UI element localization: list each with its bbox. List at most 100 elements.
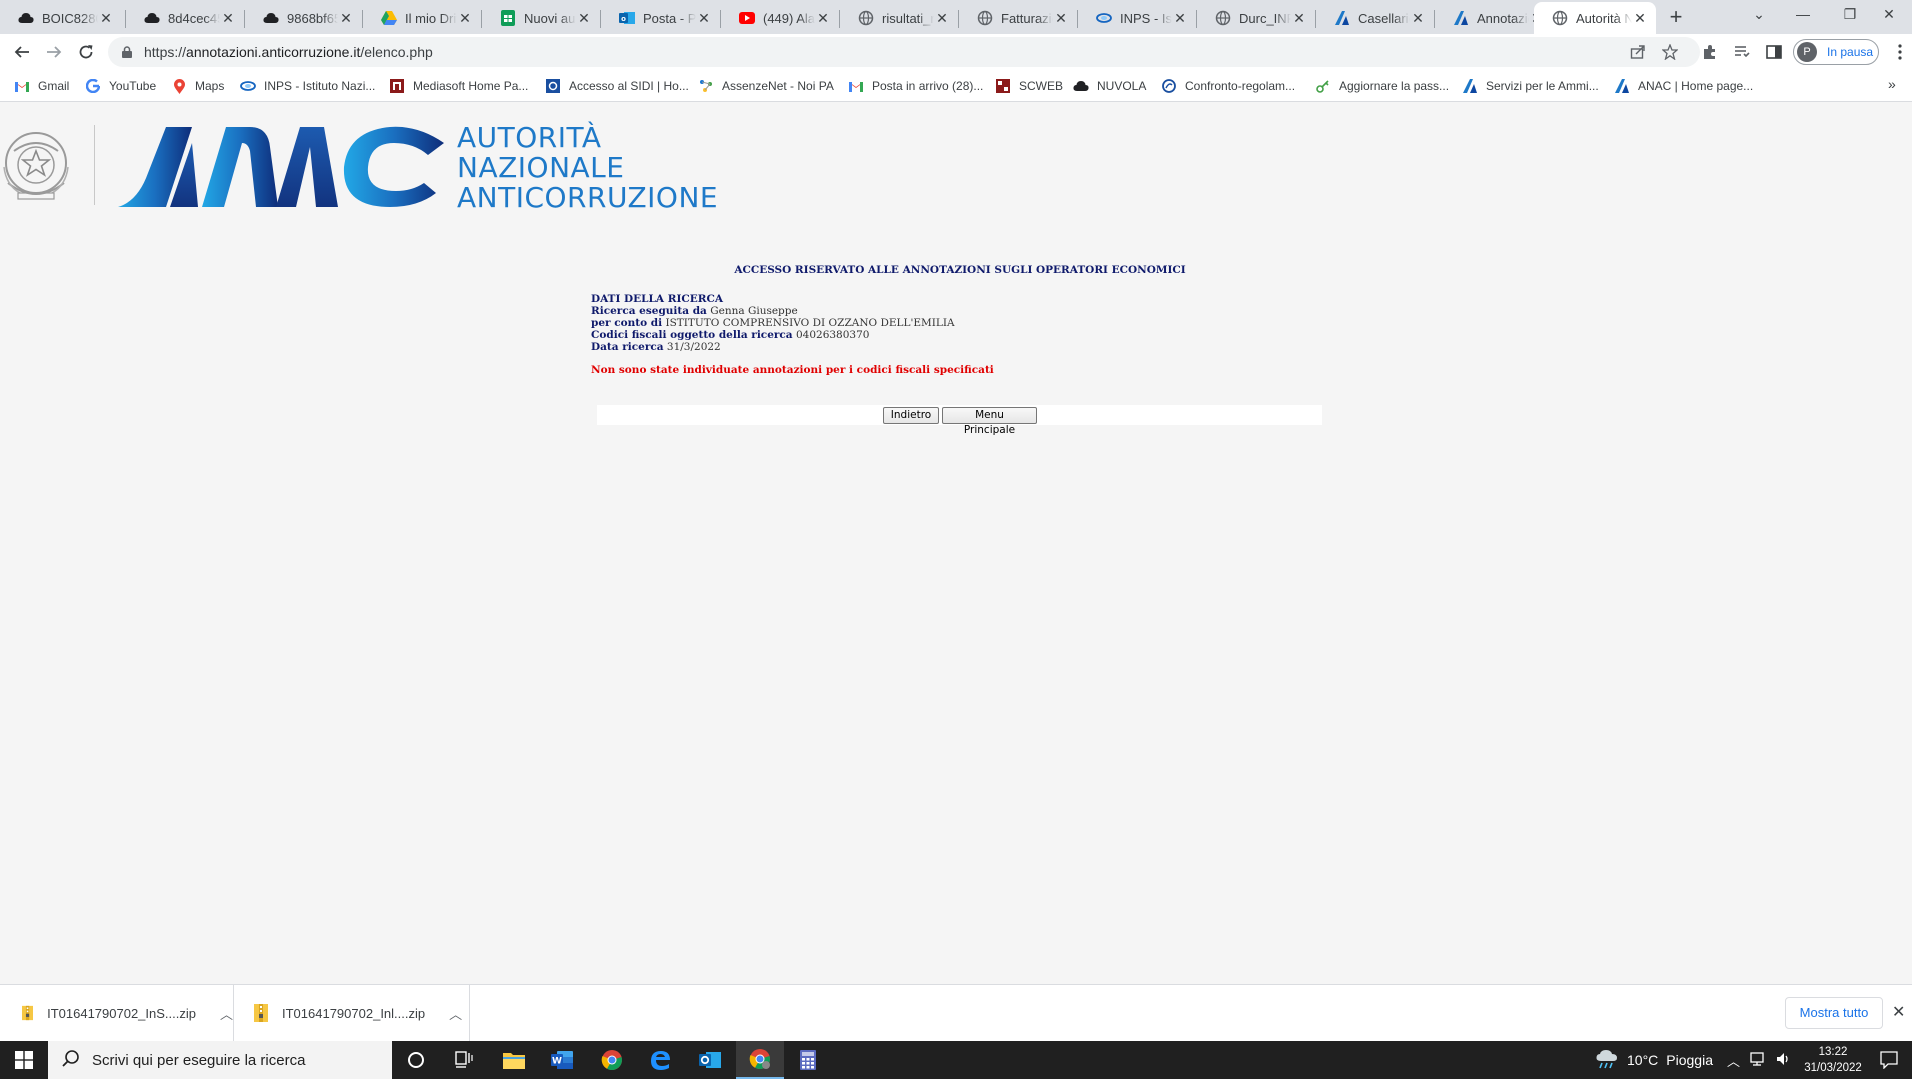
bookmark-servizi[interactable]: Servizi per le Ammi... — [1462, 76, 1599, 96]
inps-icon — [1096, 10, 1112, 26]
close-icon[interactable]: ✕ — [1410, 10, 1426, 27]
chevron-up-icon[interactable]: ︿ — [1727, 1051, 1740, 1070]
bookmark-confronto[interactable]: Confronto-regolam... — [1161, 76, 1295, 96]
share-icon[interactable] — [1624, 38, 1652, 66]
file-explorer-icon[interactable] — [490, 1041, 538, 1079]
download-item[interactable]: IT01641790702_Inl....zip ︿ — [234, 985, 470, 1041]
tab-autorita-active[interactable]: Autorità N ✕ — [1534, 2, 1656, 34]
close-icon[interactable]: ✕ — [1053, 10, 1069, 27]
bookmark-posta-arrivo[interactable]: Posta in arrivo (28)... — [848, 76, 983, 96]
bookmarks-overflow-icon[interactable]: » — [1888, 76, 1896, 92]
cortana-icon[interactable] — [392, 1041, 440, 1079]
address-bar[interactable]: https://annotazioni.anticorruzione.it/el… — [108, 37, 1700, 67]
close-icon[interactable]: ✕ — [457, 10, 473, 27]
tab-casellario[interactable]: Casellario ✕ — [1316, 2, 1434, 34]
tab-posta[interactable]: o Posta - Pi ✕ — [601, 2, 720, 34]
tab-inps[interactable]: INPS - Isti ✕ — [1078, 2, 1196, 34]
close-icon[interactable]: ✕ — [576, 10, 592, 27]
forward-arrow-icon[interactable] — [40, 38, 68, 66]
anac-header: AUTORITÀ NAZIONALE ANTICORRUZIONE — [0, 123, 740, 223]
tab-label: Nuovi aus — [524, 10, 576, 26]
bookmark-scweb[interactable]: SCWEB — [995, 76, 1063, 96]
bookmark-label: AssenzeNet - Noi PA — [722, 79, 834, 93]
chrome-icon[interactable] — [588, 1041, 636, 1079]
bookmark-label: NUVOLA — [1097, 79, 1147, 93]
bookmark-anac-home[interactable]: ANAC | Home page... — [1614, 76, 1753, 96]
bookmark-nuvola[interactable]: NUVOLA — [1073, 76, 1146, 96]
detail-label: Codici fiscali oggetto della ricerca — [591, 329, 793, 341]
bookmark-label: SCWEB — [1019, 79, 1064, 93]
close-window-button[interactable]: ✕ — [1866, 0, 1912, 30]
bookmark-maps[interactable]: Maps — [171, 76, 224, 96]
chevron-up-icon[interactable]: ︿ — [449, 1004, 462, 1023]
weather-rain-icon[interactable] — [1595, 1049, 1619, 1072]
notification-icon[interactable] — [1880, 1051, 1898, 1074]
detail-value: 31/3/2022 — [666, 341, 721, 353]
url-text[interactable]: https://annotazioni.anticorruzione.it/el… — [144, 44, 433, 60]
system-clock[interactable]: 13:22 31/03/2022 — [1796, 1044, 1870, 1076]
scweb-icon — [995, 78, 1011, 94]
tab-search-chevron-icon[interactable]: ⌄ — [1736, 0, 1782, 30]
close-icon[interactable]: ✕ — [1291, 10, 1307, 27]
bookmark-assenzenet[interactable]: AssenzeNet - Noi PA — [698, 76, 834, 96]
tab-youtube[interactable]: (449) Alan ✕ — [721, 2, 839, 34]
chrome-profile-icon[interactable] — [736, 1041, 784, 1079]
outlook-icon[interactable] — [686, 1041, 734, 1079]
weather-condition[interactable]: Pioggia — [1666, 1052, 1713, 1068]
bookmark-sidi[interactable]: Accesso al SIDI | Ho... — [545, 76, 689, 96]
calculator-icon[interactable] — [784, 1041, 832, 1079]
word-icon[interactable]: W — [538, 1041, 586, 1079]
bookmark-youtube[interactable]: YouTube — [85, 76, 156, 96]
close-icon[interactable]: ✕ — [696, 10, 712, 27]
bookmark-gmail[interactable]: Gmail — [14, 76, 69, 96]
new-tab-button[interactable]: + — [1662, 4, 1690, 32]
weather-temperature[interactable]: 10°C — [1627, 1052, 1658, 1068]
outlook-icon: o — [619, 10, 635, 26]
bookmark-inps[interactable]: INPS - Istituto Nazi... — [240, 76, 375, 96]
close-icon[interactable]: ✕ — [815, 10, 831, 27]
menu-dots-icon[interactable] — [1886, 38, 1912, 66]
reading-list-icon[interactable] — [1728, 38, 1756, 66]
detail-value: ISTITUTO COMPRENSIVO DI OZZANO DELL'EMIL… — [665, 317, 955, 329]
close-icon[interactable]: ✕ — [338, 10, 354, 27]
close-icon[interactable]: ✕ — [220, 10, 236, 27]
back-arrow-icon[interactable] — [8, 38, 36, 66]
bookmark-aggiornare[interactable]: Aggiornare la pass... — [1315, 76, 1449, 96]
network-icon[interactable] — [1750, 1051, 1768, 1069]
tab-risultati[interactable]: risultati_ri ✕ — [840, 2, 958, 34]
close-icon[interactable]: ✕ — [934, 10, 950, 27]
tab-fatturazione[interactable]: Fatturazio ✕ — [959, 2, 1077, 34]
brand-line-anticorruzione: ANTICORRUZIONE — [457, 181, 719, 214]
tab-durc[interactable]: Durc_INPS ✕ — [1197, 2, 1315, 34]
close-icon[interactable]: ✕ — [1632, 10, 1648, 27]
tab-nuovi-aus[interactable]: Nuovi aus ✕ — [482, 2, 600, 34]
tab-google-drive[interactable]: Il mio Driv ✕ — [363, 2, 481, 34]
minimize-button[interactable]: — — [1780, 0, 1826, 30]
chevron-up-icon[interactable]: ︿ — [220, 1004, 233, 1023]
profile-button[interactable]: P In pausa — [1793, 39, 1879, 65]
tab-boic8280[interactable]: BOIC8280 ✕ — [0, 2, 122, 34]
windows-start-icon[interactable] — [0, 1041, 48, 1079]
lock-icon[interactable] — [120, 46, 134, 58]
download-item[interactable]: IT01641790702_InS....zip ︿ — [0, 985, 234, 1041]
tab-8d4cec45[interactable]: 8d4cec45 ✕ — [126, 2, 244, 34]
close-icon[interactable]: ✕ — [1172, 10, 1188, 27]
tab-label: 8d4cec45 — [168, 10, 220, 26]
side-panel-icon[interactable] — [1760, 38, 1788, 66]
back-button[interactable]: Indietro — [883, 407, 939, 424]
edge-legacy-icon[interactable] — [636, 1041, 684, 1079]
close-icon[interactable]: ✕ — [98, 10, 114, 27]
bookmark-mediasoft[interactable]: Mediasoft Home Pa... — [389, 76, 528, 96]
main-menu-button[interactable]: Menu Principale — [942, 407, 1037, 436]
task-view-icon[interactable] — [440, 1041, 488, 1079]
taskbar-search[interactable]: Scrivi qui per eseguire la ricerca — [48, 1041, 392, 1079]
volume-icon[interactable] — [1776, 1052, 1792, 1069]
tab-9868bf65[interactable]: 9868bf65 ✕ — [245, 2, 362, 34]
emblem-repubblica-icon — [3, 132, 69, 200]
extensions-puzzle-icon[interactable] — [1696, 38, 1724, 66]
anac-logo — [118, 126, 444, 207]
close-icon[interactable]: ✕ — [1892, 1002, 1905, 1022]
bookmark-star-icon[interactable] — [1656, 38, 1684, 66]
reload-icon[interactable] — [72, 38, 100, 66]
show-all-button[interactable]: Mostra tutto — [1785, 997, 1883, 1029]
